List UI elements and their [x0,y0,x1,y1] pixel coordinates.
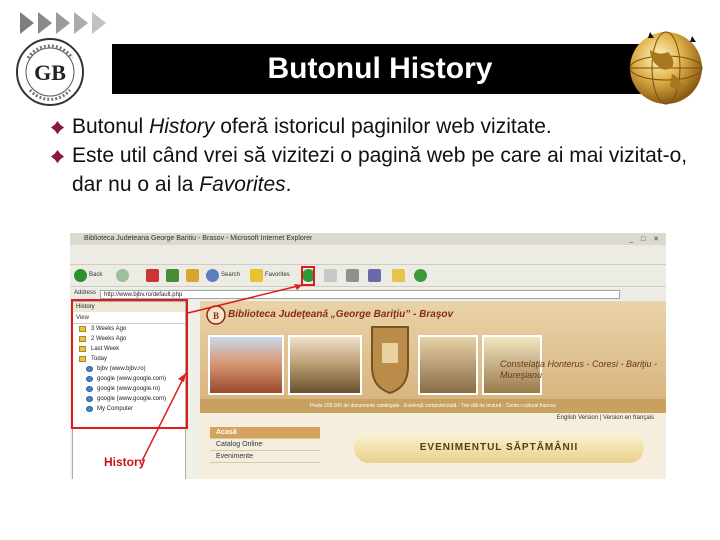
messenger-button[interactable] [414,267,429,283]
print-button[interactable] [346,267,361,283]
mail-icon [324,268,337,282]
home-button[interactable] [186,267,201,283]
menu-item-events[interactable]: Evenimente [210,451,320,463]
nav-arrows-decoration [20,12,106,34]
crest-icon [371,326,409,395]
mail-button[interactable] [324,267,339,283]
star-icon [250,268,263,282]
history-button-highlight [301,266,315,286]
globe-icon [629,31,703,105]
library-building-photo [208,335,284,395]
svg-text:GB: GB [34,60,66,85]
site-menu: Acasă Catalog Online Evenimente [210,427,320,463]
menu-item-catalog[interactable]: Catalog Online [210,439,320,451]
browser-screenshot: Biblioteca Judeteana George Baritiu - Br… [70,233,666,495]
search-button[interactable]: Search [206,267,240,283]
site-logo-icon: B [206,305,226,325]
bullet-diamond-icon [50,120,65,135]
bullet-list: Butonul History oferă istoricul paginilo… [48,112,708,199]
browser-title-bar: Biblioteca Judeteana George Baritiu - Br… [70,233,666,245]
site-title: Biblioteca Judeţeană „George Bariţiu” - … [228,309,454,320]
bullet-item: Butonul History oferă istoricul paginilo… [48,112,708,141]
folder-button[interactable] [392,267,407,283]
edit-icon [368,268,381,282]
back-button[interactable]: Back [74,267,102,283]
bullet-item: Este util când vrei să vizitezi o pagină… [48,141,708,199]
weekly-event-button[interactable]: EVENIMENTUL SĂPTĂMÂNII [354,433,644,463]
forward-button[interactable] [116,267,131,283]
folder-icon [392,268,405,282]
library-building-photo [288,335,362,395]
favorites-button[interactable]: Favorites [250,267,290,283]
svg-text:B: B [213,311,219,321]
browser-menu-bar [70,245,666,265]
torn-edge [70,479,666,495]
info-strip: Peste 200.000 de documente catalogate · … [200,399,666,413]
stop-icon [146,268,159,282]
site-motto: Constelaţia Honterus - Coresi - Bariţiu … [500,359,658,380]
refresh-icon [166,268,179,282]
back-icon [74,268,87,282]
bullet-text: Este util când vrei să vizitezi o pagină… [72,144,688,196]
home-icon [186,268,199,282]
messenger-icon [414,268,427,282]
history-callout-label: History [104,455,146,469]
bullet-diamond-icon [50,149,65,164]
edit-button[interactable] [368,267,383,283]
history-pane-highlight [71,299,188,429]
refresh-button[interactable] [166,267,181,283]
search-icon [206,268,219,282]
forward-icon [116,268,129,282]
reading-room-photo [418,335,478,395]
stop-button[interactable] [146,267,161,283]
print-icon [346,268,359,282]
web-page-content: B Biblioteca Judeţeană „George Bariţiu” … [200,301,666,495]
menu-item-home[interactable]: Acasă [210,427,320,439]
library-logo: GB [16,38,84,106]
slide-title: Butonul History [112,44,648,94]
address-input[interactable]: http://www.bjbv.ro/default.php [100,290,620,299]
language-links[interactable]: English Version | Version en français [557,415,654,421]
bullet-text: Butonul History oferă istoricul paginilo… [72,115,552,138]
browser-toolbar: Back Search Favorites [70,265,666,287]
